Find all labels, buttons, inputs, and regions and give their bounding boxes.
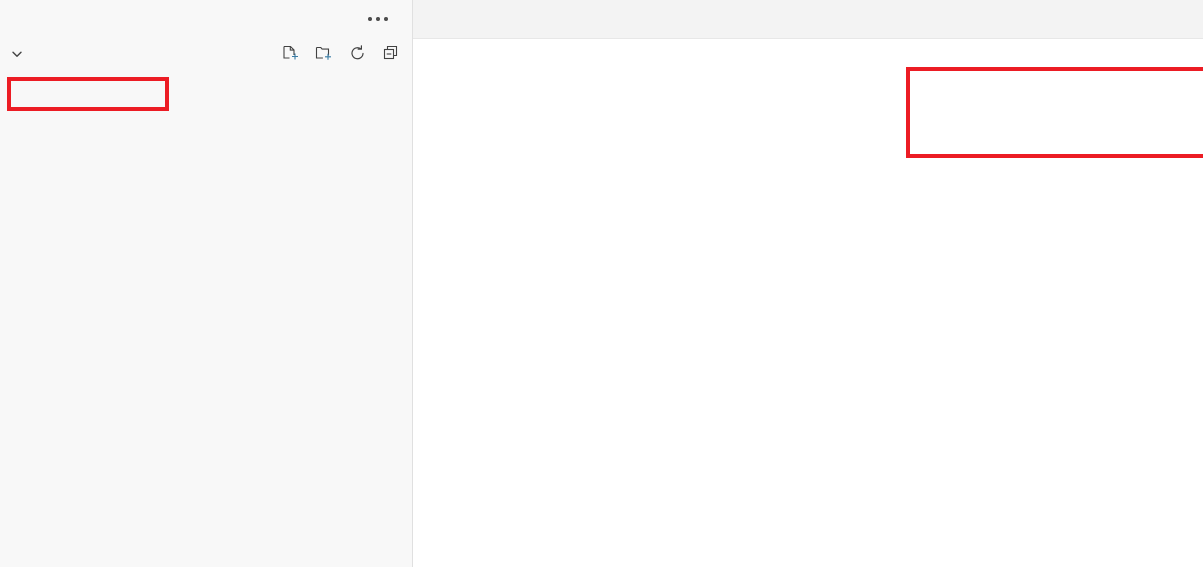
vscode-window	[0, 0, 1203, 567]
ellipsis-icon[interactable]	[362, 13, 394, 25]
code-editor[interactable]	[413, 66, 1203, 567]
new-file-icon[interactable]	[280, 44, 300, 64]
collapse-all-icon[interactable]	[382, 44, 402, 64]
red-highlight-type-folder	[7, 77, 169, 111]
editor-tabbar	[413, 0, 1203, 39]
breadcrumb[interactable]	[413, 39, 1203, 66]
explorer-actions	[280, 44, 402, 64]
refresh-icon[interactable]	[348, 44, 368, 64]
explorer-root-section[interactable]	[0, 38, 412, 70]
chevron-down-icon	[8, 45, 26, 63]
explorer-header	[0, 0, 412, 38]
editor-area	[413, 0, 1203, 567]
explorer-sidebar	[0, 0, 413, 567]
new-folder-icon[interactable]	[314, 44, 334, 64]
